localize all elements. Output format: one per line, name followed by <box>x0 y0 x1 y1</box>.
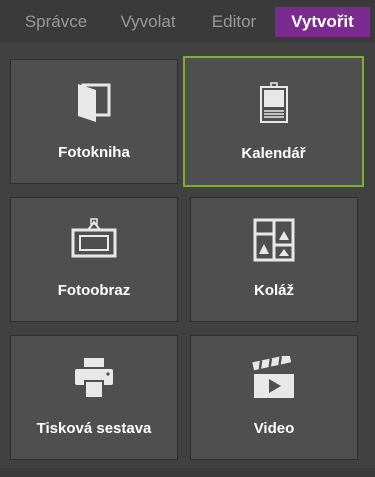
tab-spravce[interactable]: Správce <box>14 7 98 37</box>
calendar-icon <box>259 82 289 129</box>
tile-fotokniha[interactable]: Fotokniha <box>10 59 178 184</box>
tile-tiskova-sestava[interactable]: Tisková sestava <box>10 335 178 460</box>
tile-kalendar[interactable]: Kalendář <box>183 56 364 187</box>
tab-vyvolat[interactable]: Vyvolat <box>108 7 188 37</box>
tile-kolaz[interactable]: Koláž <box>190 197 358 322</box>
bottom-strip <box>0 468 375 477</box>
tile-label: Fotoobraz <box>57 282 131 299</box>
collage-icon <box>253 218 295 267</box>
tab-editor[interactable]: Editor <box>200 7 268 37</box>
framed-picture-icon <box>71 218 117 263</box>
photobook-icon <box>74 80 114 129</box>
tile-fotoobraz[interactable]: Fotoobraz <box>10 197 178 322</box>
tile-label: Video <box>253 420 295 437</box>
tile-label: Kalendář <box>241 145 306 162</box>
mode-tab-bar: Správce Vyvolat Editor Vytvořit <box>0 0 375 42</box>
tile-label: Koláž <box>253 282 294 299</box>
video-clapper-icon <box>251 354 297 405</box>
tab-vytvorit[interactable]: Vytvořit <box>275 7 370 37</box>
tile-label: Tisková sestava <box>36 420 152 437</box>
tile-label: Fotokniha <box>58 144 130 161</box>
tile-video[interactable]: Video <box>190 335 358 460</box>
printer-icon <box>73 356 115 405</box>
